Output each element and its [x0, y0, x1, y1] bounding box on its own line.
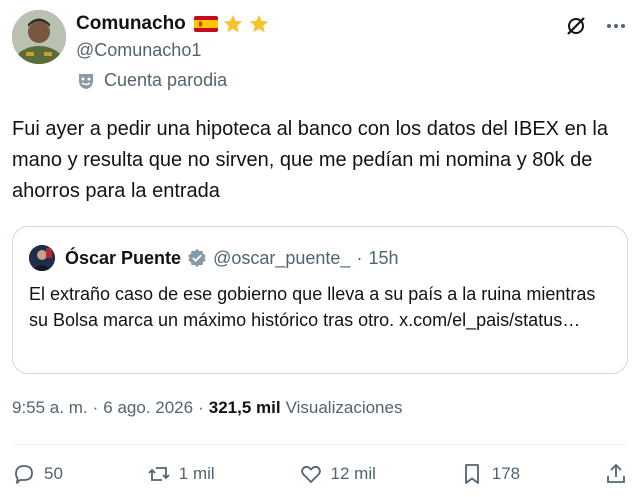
reply-icon — [15, 465, 33, 484]
quoted-author-name[interactable]: Óscar Puente — [65, 248, 181, 269]
repost-icon — [148, 467, 170, 481]
tweet-header: Comunacho @Comunacho1 Cuenta parodia — [12, 10, 628, 90]
grok-icon[interactable] — [564, 14, 588, 38]
tweet-time[interactable]: 9:55 a. m. — [12, 398, 88, 418]
views-count: 321,5 mil — [208, 398, 281, 417]
quoted-author-avatar[interactable] — [29, 245, 55, 271]
author-avatar[interactable] — [12, 10, 66, 64]
meta-separator: · — [92, 398, 99, 417]
author-name-row: Comunacho — [76, 12, 270, 36]
star-icon — [223, 14, 242, 33]
repost-count: 1 mil — [178, 464, 215, 483]
quoted-separator: · — [356, 247, 363, 268]
parody-mask-icon — [79, 73, 93, 89]
share-icon — [607, 463, 625, 483]
bookmark-button[interactable]: 178 — [460, 462, 520, 486]
bookmark-icon — [464, 464, 479, 484]
author-handle[interactable]: @Comunacho1 — [76, 40, 201, 61]
action-bar: 50 1 mil 12 mil 178 — [12, 458, 628, 490]
quoted-timestamp[interactable]: 15h — [368, 248, 398, 269]
repost-button[interactable]: 1 mil — [147, 462, 215, 486]
more-options-icon[interactable] — [604, 14, 628, 38]
like-button[interactable]: 12 mil — [299, 462, 376, 486]
quoted-tweet-header: Óscar Puente @oscar_puente_ · 15h — [29, 245, 398, 271]
heart-icon — [300, 465, 321, 483]
tweet-date[interactable]: 6 ago. 2026 — [103, 398, 193, 418]
meta-separator: · — [198, 398, 204, 417]
tweet-meta: 9:55 a. m. · 6 ago. 2026 · 321,5 mil Vis… — [12, 398, 402, 418]
quoted-author-handle[interactable]: @oscar_puente_ — [213, 248, 350, 269]
parody-label: Cuenta parodia — [76, 70, 227, 91]
verified-badge-icon — [188, 248, 206, 268]
like-count: 12 mil — [330, 464, 376, 483]
author-display-name[interactable]: Comunacho — [76, 13, 186, 35]
header-actions — [564, 14, 628, 38]
quoted-tweet[interactable]: Óscar Puente @oscar_puente_ · 15h El ext… — [12, 226, 628, 374]
star-icon — [249, 14, 268, 33]
spain-flag-icon — [193, 16, 218, 32]
views-label: Visualizaciones — [285, 398, 403, 417]
quoted-tweet-text: El extraño caso de ese gobierno que llev… — [29, 284, 596, 330]
tweet-text: Fui ayer a pedir una hipoteca al banco c… — [12, 118, 608, 202]
share-button[interactable] — [604, 462, 628, 486]
reply-count: 50 — [44, 464, 63, 483]
reply-button[interactable]: 50 — [12, 462, 63, 486]
bookmark-count: 178 — [491, 464, 521, 483]
divider — [12, 444, 628, 445]
parody-text: Cuenta parodia — [104, 70, 228, 90]
